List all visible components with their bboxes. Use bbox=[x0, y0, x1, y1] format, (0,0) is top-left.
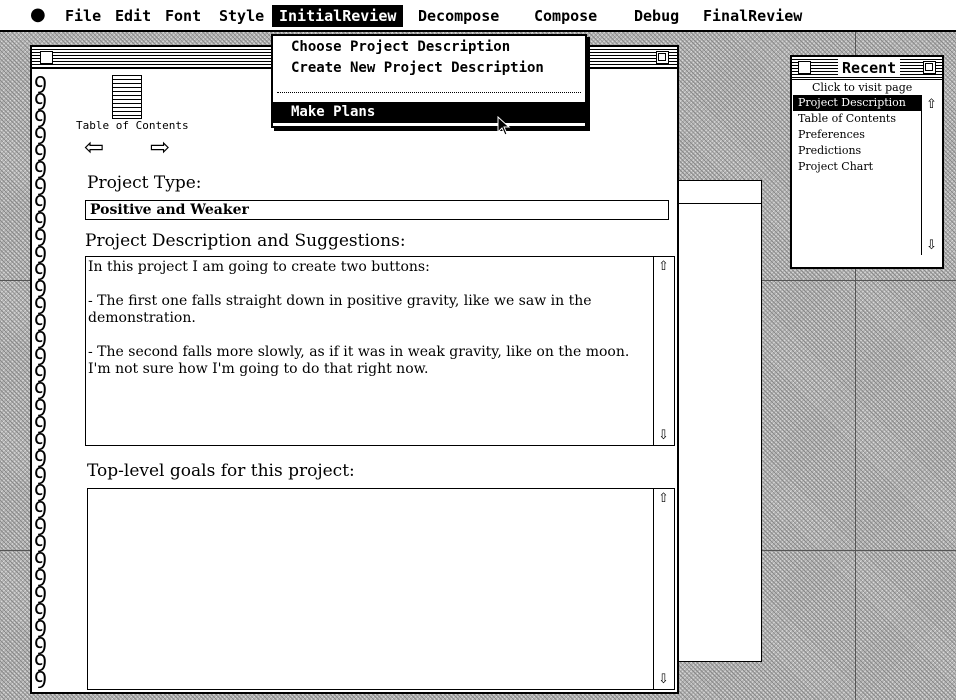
menu-bar: ● File Edit Font Style InitialReview Dec… bbox=[0, 0, 956, 32]
scroll-down-arrow-icon[interactable]: ⇩ bbox=[656, 672, 671, 687]
menu-decompose[interactable]: Decompose bbox=[411, 5, 506, 27]
menu-font[interactable]: Font bbox=[158, 5, 208, 27]
close-box-icon[interactable] bbox=[798, 61, 811, 74]
initialreview-dropdown: Choose Project Description Create New Pr… bbox=[271, 34, 587, 128]
description-textarea[interactable]: In this project I am going to create two… bbox=[85, 256, 675, 446]
recent-title-bar[interactable]: Recent bbox=[792, 57, 942, 80]
mouse-pointer-icon bbox=[497, 116, 511, 136]
scroll-down-arrow-icon[interactable]: ⇩ bbox=[924, 238, 939, 253]
goals-textarea[interactable]: ⇧ ⇩ bbox=[87, 488, 675, 690]
recent-item-predictions[interactable]: Predictions bbox=[793, 143, 921, 159]
recent-scrollbar[interactable]: ⇧ ⇩ bbox=[921, 95, 941, 255]
notebook-window: ꝯ ꝯ ꝯ ꝯ ꝯ ꝯ ꝯ ꝯ ꝯ ꝯ ꝯ ꝯ ꝯ ꝯ ꝯ ꝯ ꝯ ꝯ ꝯ ꝯ … bbox=[30, 45, 679, 694]
goals-label: Top-level goals for this project: bbox=[87, 461, 355, 481]
menu-debug[interactable]: Debug bbox=[627, 5, 686, 27]
scroll-up-arrow-icon[interactable]: ⇧ bbox=[924, 97, 939, 112]
description-text: In this project I am going to create two… bbox=[88, 259, 630, 377]
project-type-field[interactable]: Positive and Weaker bbox=[85, 200, 669, 220]
description-scrollbar[interactable]: ⇧ ⇩ bbox=[653, 257, 674, 445]
recent-item-table-of-contents[interactable]: Table of Contents bbox=[793, 111, 921, 127]
project-type-value: Positive and Weaker bbox=[90, 202, 249, 218]
recent-title: Recent bbox=[838, 59, 901, 77]
choose-project-description-item[interactable]: Choose Project Description bbox=[273, 37, 585, 58]
recent-palette: Recent Click to visit page Project Descr… bbox=[790, 55, 944, 269]
recent-item-project-description[interactable]: Project Description bbox=[793, 95, 921, 111]
scroll-up-arrow-icon[interactable]: ⇧ bbox=[656, 491, 671, 506]
menu-file[interactable]: File bbox=[58, 5, 108, 27]
scroll-down-arrow-icon[interactable]: ⇩ bbox=[656, 428, 671, 443]
table-of-contents-icon[interactable] bbox=[112, 75, 142, 119]
menu-compose[interactable]: Compose bbox=[527, 5, 604, 27]
background-window[interactable] bbox=[670, 180, 762, 662]
menu-separator bbox=[277, 92, 581, 93]
create-new-project-description-item[interactable]: Create New Project Description bbox=[273, 58, 585, 79]
recent-item-project-chart[interactable]: Project Chart bbox=[793, 159, 921, 175]
spiral-binding: ꝯ ꝯ ꝯ ꝯ ꝯ ꝯ ꝯ ꝯ ꝯ ꝯ ꝯ ꝯ ꝯ ꝯ ꝯ ꝯ ꝯ ꝯ ꝯ ꝯ … bbox=[34, 73, 47, 688]
description-label: Project Description and Suggestions: bbox=[85, 231, 406, 251]
goals-scrollbar[interactable]: ⇧ ⇩ bbox=[653, 489, 674, 689]
menu-initialreview[interactable]: InitialReview bbox=[272, 5, 404, 27]
table-of-contents-label[interactable]: Table of Contents bbox=[76, 119, 189, 132]
menu-style[interactable]: Style bbox=[212, 5, 271, 27]
divider bbox=[671, 203, 761, 204]
recent-hint: Click to visit page bbox=[812, 81, 913, 94]
back-arrow-icon[interactable]: ⇦ bbox=[84, 135, 104, 159]
close-box-icon[interactable] bbox=[40, 51, 53, 64]
apple-menu-icon[interactable]: ● bbox=[30, 4, 46, 25]
make-plans-item[interactable]: Make Plans bbox=[273, 102, 585, 123]
forward-arrow-icon[interactable]: ⇨ bbox=[150, 135, 170, 159]
menu-edit[interactable]: Edit bbox=[108, 5, 158, 27]
menu-finalreview[interactable]: FinalReview bbox=[696, 5, 809, 27]
recent-item-preferences[interactable]: Preferences bbox=[793, 127, 921, 143]
recent-list: Project Description Table of Contents Pr… bbox=[793, 95, 921, 175]
zoom-box-icon[interactable] bbox=[923, 61, 936, 74]
scroll-up-arrow-icon[interactable]: ⇧ bbox=[656, 259, 671, 274]
zoom-box-icon[interactable] bbox=[656, 51, 669, 64]
project-type-label: Project Type: bbox=[87, 173, 202, 193]
